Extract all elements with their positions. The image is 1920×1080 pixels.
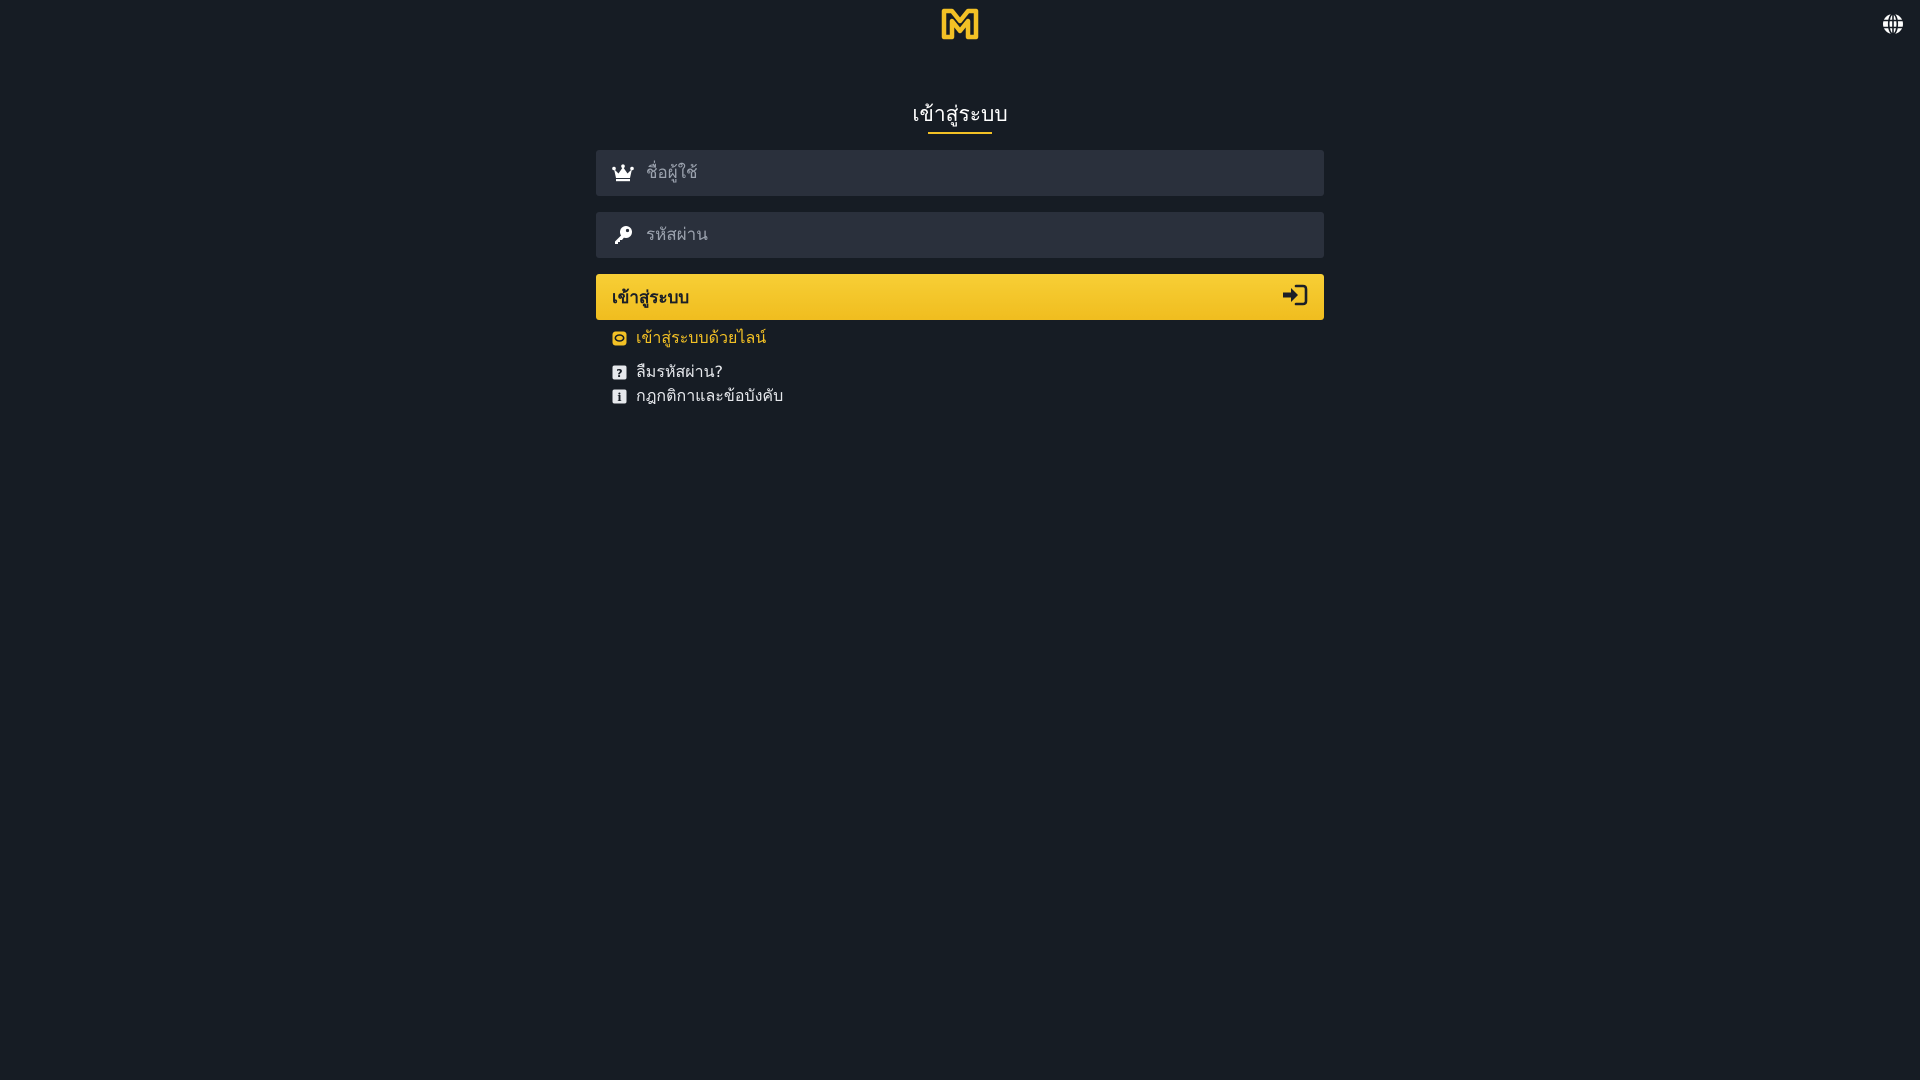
logo-icon[interactable] xyxy=(940,7,980,41)
info-square-icon: i xyxy=(612,389,627,404)
password-field[interactable] xyxy=(596,212,1324,258)
line-icon xyxy=(612,331,627,346)
forgot-password-link[interactable]: ? ลืมรหัสผ่าน? xyxy=(612,360,783,384)
key-icon xyxy=(612,224,634,246)
question-square-icon: ? xyxy=(612,365,627,380)
login-page: เข้าสู่ระบบ เข้าสู่ระบบ xyxy=(0,0,1920,1080)
svg-text:i: i xyxy=(617,391,621,404)
line-login-label: เข้าสู่ระบบด้วยไลน์ xyxy=(636,327,767,347)
title-container: เข้าสู่ระบบ xyxy=(0,100,1920,128)
terms-label: กฎกติกาและข้อบังคับ xyxy=(636,385,784,405)
language-button[interactable] xyxy=(1881,12,1905,36)
terms-link[interactable]: i กฎกติกาและข้อบังคับ xyxy=(612,384,783,408)
page-title: เข้าสู่ระบบ xyxy=(912,102,1008,126)
svg-text:?: ? xyxy=(616,367,622,380)
globe-icon xyxy=(1883,13,1903,35)
password-input[interactable] xyxy=(646,212,1324,258)
login-button-label: เข้าสู่ระบบ xyxy=(612,287,690,308)
forgot-password-label: ลืมรหัสผ่าน? xyxy=(636,361,724,381)
username-field[interactable] xyxy=(596,150,1324,196)
auth-links: เข้าสู่ระบบด้วยไลน์ ? ลืมรหัสผ่าน? i กฎก… xyxy=(612,326,783,408)
line-login-link[interactable]: เข้าสู่ระบบด้วยไลน์ xyxy=(612,326,783,350)
sign-in-icon xyxy=(1282,284,1308,310)
crown-icon xyxy=(612,162,634,184)
title-underline xyxy=(928,132,992,134)
username-input[interactable] xyxy=(646,150,1324,196)
login-button[interactable]: เข้าสู่ระบบ xyxy=(596,274,1324,320)
